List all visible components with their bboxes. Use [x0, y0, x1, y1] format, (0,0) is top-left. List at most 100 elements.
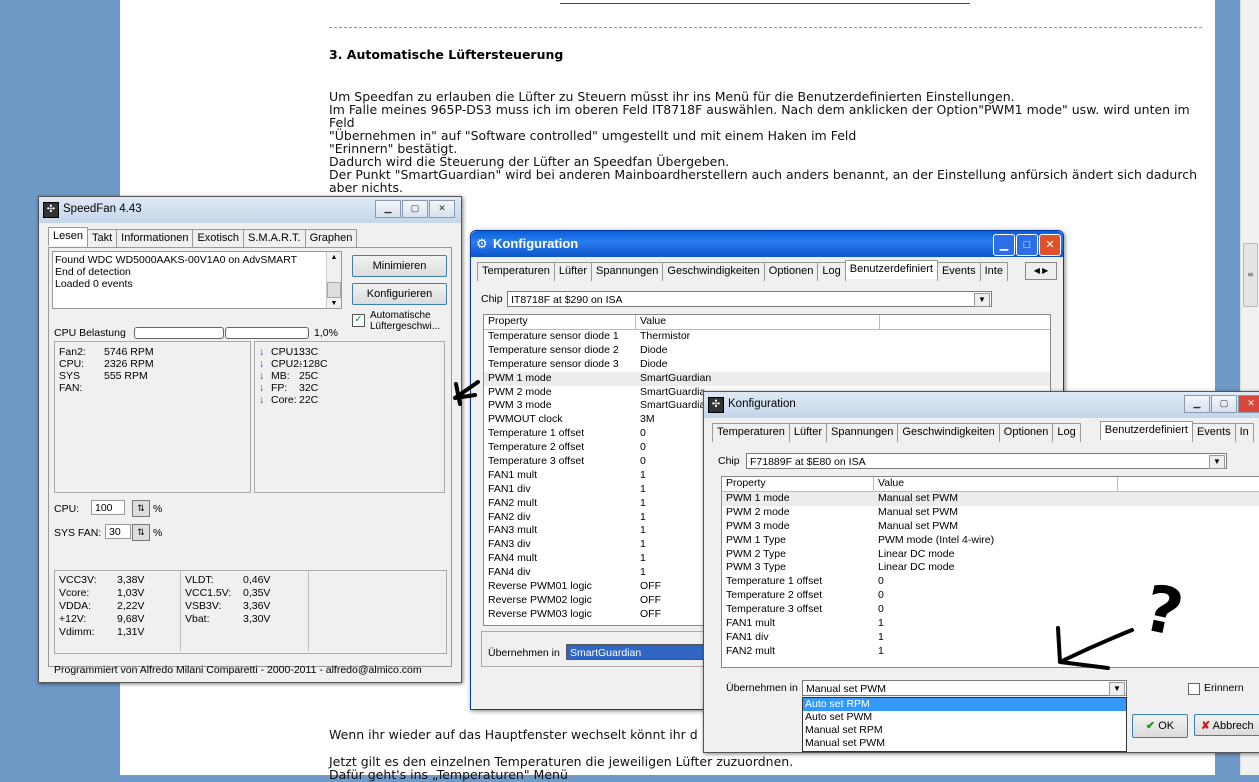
tab-benutzerdefiniert[interactable]: Benutzerdefiniert: [1099, 421, 1193, 440]
apply-select[interactable]: SmartGuardian: [566, 644, 706, 660]
cancel-button[interactable]: ✘ Abbrech: [1194, 714, 1259, 736]
close-icon[interactable]: ✕: [1238, 395, 1259, 413]
tab-scroll-arrows[interactable]: ◀ ▶: [1025, 262, 1057, 280]
tab-optionen[interactable]: Optionen: [998, 423, 1054, 442]
ok-button[interactable]: ✔ OK: [1132, 714, 1188, 738]
table-row[interactable]: FAN2 mult 1: [722, 645, 1259, 659]
auto-fan-checkbox[interactable]: ✓: [352, 314, 365, 327]
table-row[interactable]: PWM 2 Type Linear DC mode: [722, 548, 1259, 562]
speedfan-window: ✣ SpeedFan 4.43 ▁ ▢ ✕ Lesen Takt Informa…: [38, 196, 462, 683]
table-row[interactable]: PWM 3 mode Manual set PWM: [722, 520, 1259, 534]
tab-graphen[interactable]: Graphen: [304, 229, 358, 248]
scrollbar-thumb[interactable]: ≡: [1243, 243, 1258, 307]
option-auto-set-rpm[interactable]: Auto set RPM: [803, 698, 1126, 711]
tab-benutzerdefiniert[interactable]: Benutzerdefiniert: [844, 260, 938, 279]
value-cell: Linear DC mode: [878, 561, 955, 574]
configure-button[interactable]: Konfigurieren: [352, 283, 447, 305]
maximize-icon[interactable]: ▢: [1211, 395, 1237, 413]
table-row[interactable]: Temperature 1 offset 0: [722, 575, 1259, 589]
cpu-speed-spinner[interactable]: ⇅: [132, 500, 150, 517]
tab-optionen[interactable]: Optionen: [763, 262, 819, 281]
log-scrollbar[interactable]: ▲ ▼: [326, 252, 341, 308]
tab-geschwindigkeiten[interactable]: Geschwindigkeiten: [662, 262, 765, 281]
sysfan-speed-spinner[interactable]: ⇅: [132, 524, 150, 541]
table-row[interactable]: Temperature sensor diode 1 Thermistor: [484, 330, 1050, 344]
volt-name: Vdimm:: [59, 626, 95, 638]
tab-temperaturen[interactable]: Temperaturen: [712, 423, 790, 442]
fan-icon: ✣: [43, 202, 59, 218]
property-grid[interactable]: Property Value PWM 1 mode Manual set PWM P…: [721, 476, 1259, 668]
config1-titlebar[interactable]: ⚙ Konfiguration ▁ □ ✕: [471, 231, 1063, 257]
tab-spannungen[interactable]: Spannungen: [591, 262, 664, 281]
tab-inte[interactable]: Inte: [979, 262, 1008, 281]
table-row[interactable]: Temperature 2 offset 0: [722, 589, 1259, 603]
tab-smart[interactable]: S.M.A.R.T.: [243, 229, 306, 248]
volt-value: 0,46V: [243, 574, 271, 586]
table-row[interactable]: PWM 1 mode Manual set PWM: [722, 492, 1259, 506]
minimize-icon[interactable]: ▁: [375, 200, 401, 218]
arrow-down-icon: ↓: [259, 382, 265, 394]
tab-geschwindigkeiten[interactable]: Geschwindigkeiten: [897, 423, 1000, 442]
table-row[interactable]: Temperature 3 offset 0: [722, 603, 1259, 617]
remember-checkbox[interactable]: [1188, 683, 1200, 695]
tab-spannungen[interactable]: Spannungen: [826, 423, 899, 442]
chevron-down-icon[interactable]: ▼: [1209, 455, 1225, 469]
tab-lesen[interactable]: Lesen: [48, 227, 88, 246]
table-row[interactable]: PWM 2 mode Manual set PWM: [722, 506, 1259, 520]
value-cell: Thermistor: [640, 330, 691, 342]
cancel-label: Abbrech: [1212, 720, 1254, 732]
option-manual-set-rpm[interactable]: Manual set RPM: [803, 724, 1126, 737]
tab-log[interactable]: Log: [817, 262, 846, 281]
tab-takt[interactable]: Takt: [86, 229, 118, 248]
option-auto-set-pwm[interactable]: Auto set PWM: [803, 711, 1126, 724]
minimize-icon[interactable]: ▁: [1184, 395, 1210, 413]
table-row[interactable]: FAN1 div 1: [722, 631, 1259, 645]
property-cell: PWM 1 Type: [726, 533, 786, 546]
close-icon[interactable]: ✕: [1039, 234, 1061, 256]
tab-luefter[interactable]: Lüfter: [553, 262, 593, 281]
column-value[interactable]: Value: [636, 315, 880, 329]
value-cell: 0: [878, 575, 884, 588]
value-cell: PWM mode (Intel 4-wire): [878, 533, 995, 546]
apply-select[interactable]: Manual set PWM ▼: [802, 680, 1127, 696]
close-icon[interactable]: ✕: [429, 200, 455, 218]
property-cell: FAN1 div: [488, 482, 531, 495]
minimize-icon[interactable]: ▁: [993, 234, 1015, 256]
volt-name: VDDA:: [59, 600, 92, 612]
table-row[interactable]: Temperature sensor diode 2 Diode: [484, 344, 1050, 358]
column-property[interactable]: Property: [484, 315, 636, 329]
tab-exotisch[interactable]: Exotisch: [192, 229, 245, 248]
cpu-speed-input[interactable]: 100: [91, 500, 125, 515]
tab-log[interactable]: Log: [1052, 423, 1081, 442]
chip-select[interactable]: IT8718F at $290 on ISA ▼: [507, 291, 992, 307]
config2-title: Konfiguration: [728, 398, 796, 410]
value-cell: Diode: [640, 343, 668, 356]
maximize-icon[interactable]: □: [1016, 234, 1038, 256]
config2-titlebar[interactable]: ✣ Konfiguration ▁ ▢ ✕: [704, 392, 1259, 418]
table-row[interactable]: PWM 1 Type PWM mode (Intel 4-wire): [722, 534, 1259, 548]
chip-select[interactable]: F71889F at $E80 on ISA ▼: [746, 453, 1227, 469]
sysfan-speed-input[interactable]: 30: [105, 524, 131, 539]
table-row[interactable]: FAN1 mult 1: [722, 617, 1259, 631]
chevron-down-icon[interactable]: ▼: [974, 293, 990, 307]
tab-informationen[interactable]: Informationen: [116, 229, 194, 248]
property-cell: PWM 3 mode: [726, 519, 790, 532]
chevron-down-icon[interactable]: ▼: [1109, 682, 1125, 696]
tab-temperaturen[interactable]: Temperaturen: [477, 262, 555, 281]
speedfan-titlebar[interactable]: ✣ SpeedFan 4.43 ▁ ▢ ✕: [39, 197, 461, 223]
maximize-icon[interactable]: ▢: [402, 200, 428, 218]
tab-events[interactable]: Events: [936, 262, 981, 281]
table-row[interactable]: PWM 3 Type Linear DC mode: [722, 561, 1259, 575]
table-row[interactable]: Temperature sensor diode 3 Diode: [484, 358, 1050, 372]
tab-luefter[interactable]: Lüfter: [788, 423, 828, 442]
property-cell: PWM 3 mode: [488, 399, 552, 412]
speedfan-title: SpeedFan 4.43: [63, 203, 142, 215]
column-value[interactable]: Value: [874, 477, 1118, 491]
table-row[interactable]: PWM 1 mode SmartGuardian: [484, 371, 1050, 386]
tab-events[interactable]: Events: [1191, 423, 1236, 442]
tab-in[interactable]: In: [1234, 423, 1254, 442]
minimize-button[interactable]: Minimieren: [352, 255, 447, 277]
column-property[interactable]: Property: [722, 477, 874, 491]
option-manual-set-pwm[interactable]: Manual set PWM: [803, 737, 1126, 750]
chip-label: Chip: [718, 455, 740, 467]
